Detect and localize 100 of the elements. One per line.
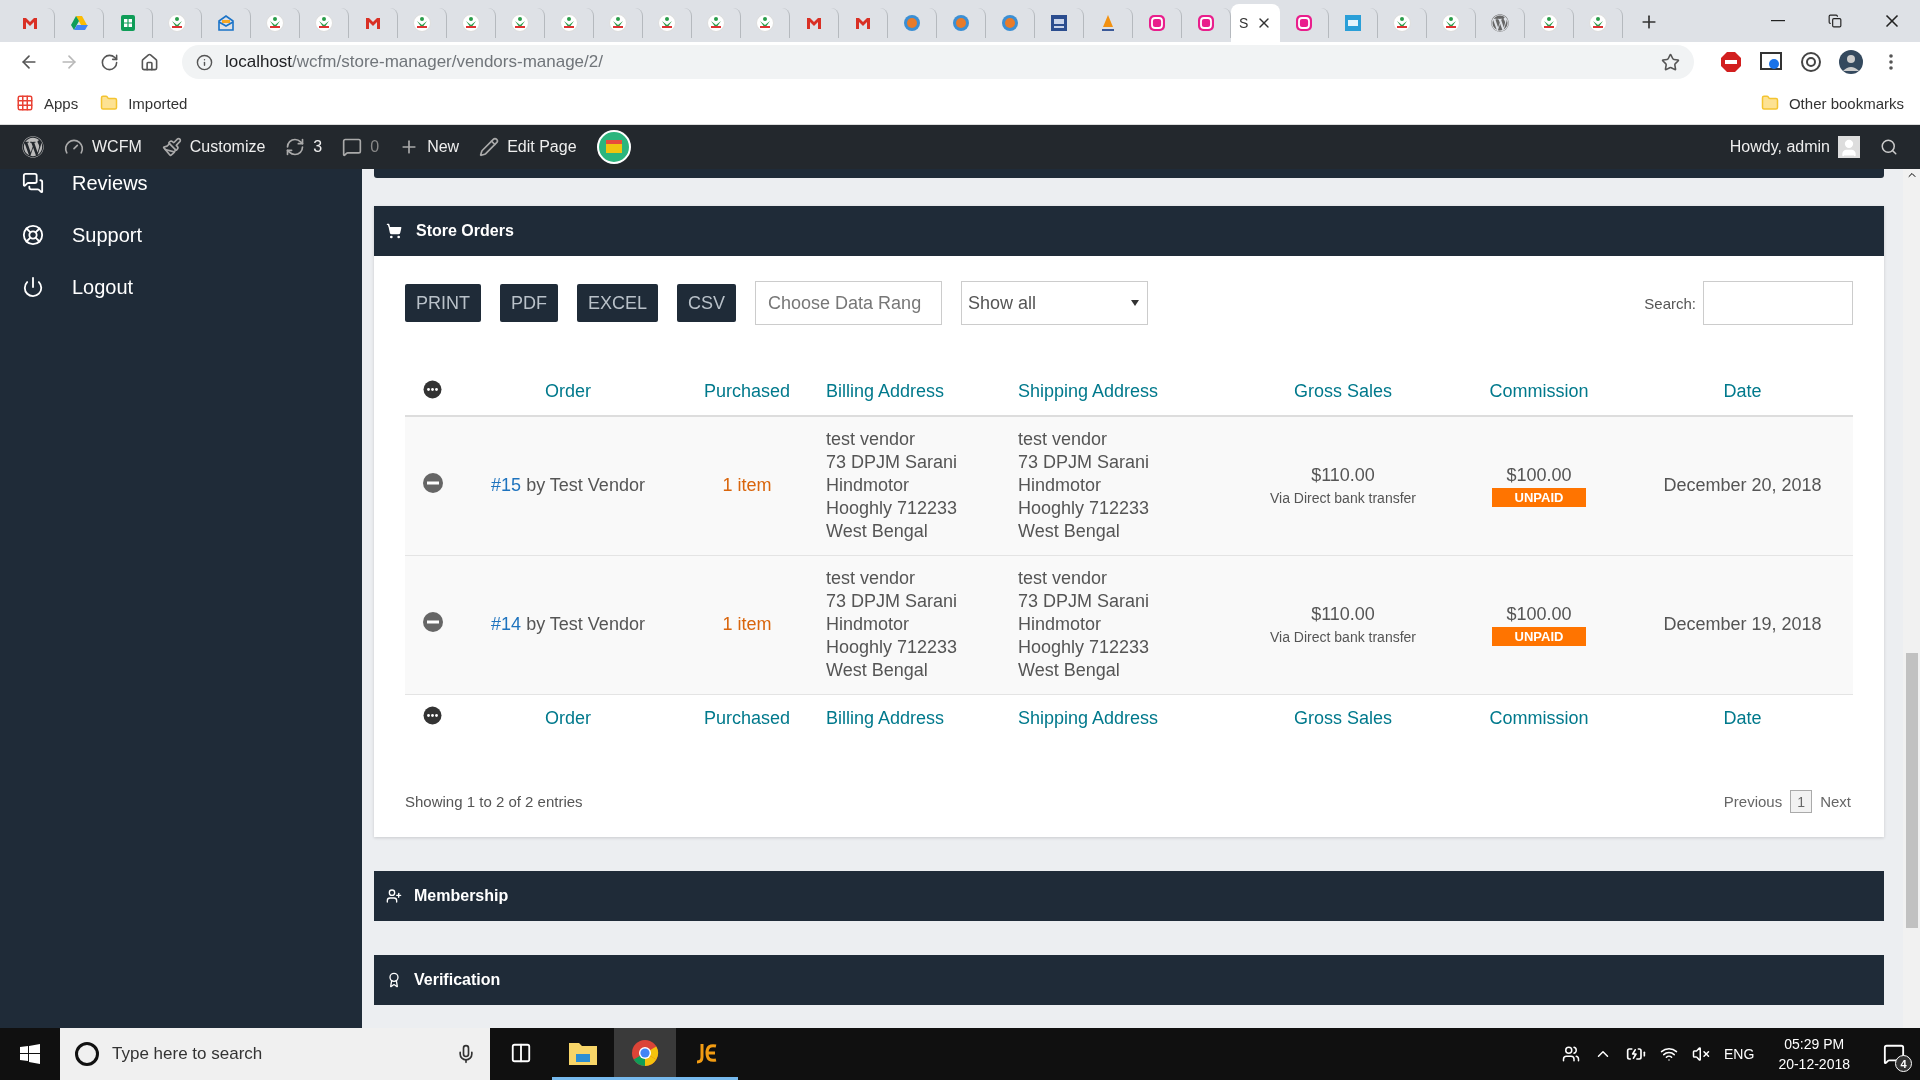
column-footer[interactable]: Purchased (703, 707, 791, 728)
purchased-link[interactable]: 1 item (722, 475, 772, 496)
export-button[interactable]: PDF (500, 284, 558, 322)
pencil-icon (479, 137, 500, 157)
admin-bar-item[interactable]: Edit Page (469, 125, 587, 169)
figure-icon (315, 14, 333, 32)
minus-circle-icon[interactable] (421, 472, 444, 495)
address-bar[interactable]: localhost/wcfm/store-manager/vendors-manage/2/ (182, 45, 1694, 79)
rounded-square-icon (1295, 14, 1313, 32)
microphone-icon[interactable] (456, 1044, 476, 1064)
cart-icon (386, 223, 402, 239)
column-header[interactable]: Commission (1489, 381, 1589, 401)
previous-link[interactable]: Previous (1721, 793, 1785, 810)
bookmark-star-icon[interactable] (1661, 52, 1680, 72)
award-icon (386, 972, 402, 988)
account-menu[interactable]: Howdy, admin (1719, 125, 1870, 169)
payment-method: Via Direct bank transfer (1269, 490, 1417, 507)
brush-icon (161, 137, 182, 157)
next-link[interactable]: Next (1818, 793, 1853, 810)
column-header[interactable]: Billing Address (826, 381, 945, 401)
bookmark-item[interactable]: Apps (16, 94, 79, 112)
square-logo-icon (1344, 14, 1362, 32)
column-footer[interactable]: Commission (1489, 707, 1589, 728)
column-footer[interactable]: Date (1723, 707, 1762, 728)
figure-icon (1589, 14, 1607, 32)
order-link[interactable]: #14 (491, 614, 522, 634)
column-header[interactable]: Gross Sales (1293, 381, 1392, 401)
column-header[interactable]: Purchased (703, 381, 791, 401)
user-plus-icon (386, 888, 402, 904)
store-icon (596, 130, 631, 164)
envelope-icon (217, 14, 235, 32)
sail-icon (1099, 14, 1117, 32)
gross-sales: $110.00 (1310, 604, 1376, 625)
browser-tab[interactable]: S (1231, 4, 1280, 42)
scrollbar[interactable] (1903, 169, 1920, 1028)
clock[interactable]: 05:29 PM 20-12-2018 (1768, 1034, 1860, 1074)
commission-amount: $100.00 (1505, 464, 1573, 486)
admin-bar-item[interactable]: New (389, 125, 470, 169)
export-button[interactable]: PRINT (405, 284, 481, 322)
date-range-field[interactable]: Choose Data Rang (755, 281, 943, 325)
search-field[interactable]: Type here to search (60, 1028, 490, 1080)
wordpress-icon (1491, 14, 1509, 32)
figure-icon (1540, 14, 1558, 32)
column-header[interactable]: Shipping Address (1018, 381, 1159, 401)
column-header[interactable]: Order (545, 381, 591, 401)
column-footer[interactable]: Shipping Address (1018, 707, 1159, 728)
taskbar-app[interactable] (614, 1028, 676, 1080)
search-field[interactable] (1703, 281, 1853, 325)
search-label: Search: (1644, 294, 1696, 312)
square-logo-icon (1050, 14, 1068, 32)
purchased-link[interactable]: 1 item (722, 614, 772, 634)
lifebuoy-icon (22, 224, 44, 246)
language-indicator[interactable]: ENG (1724, 1046, 1755, 1062)
sidebar-item[interactable]: Logout (0, 261, 362, 313)
status-badge: UNPAID (1492, 487, 1586, 507)
order-cell: #15 by Test Vendor (491, 475, 645, 496)
payment-method: Via Direct bank transfer (1269, 629, 1417, 645)
gauge-icon (64, 137, 84, 157)
section-header[interactable]: Verification (374, 955, 1884, 1005)
bookmark-item[interactable]: Other bookmarks (1760, 94, 1904, 112)
figure-icon (658, 14, 676, 32)
dots-circle-icon[interactable] (423, 379, 442, 399)
order-link[interactable]: #15 (491, 475, 522, 496)
notifications-button[interactable]: 4 (1874, 1034, 1914, 1074)
shipping-address: test vendor 73 DPJM Sarani Hindmotor Hooghly 712233 West Bengal (1018, 567, 1151, 682)
panel-title: Store Orders (416, 222, 514, 240)
chrome-icon (631, 1038, 659, 1067)
folder-icon (1760, 94, 1779, 112)
column-footer[interactable]: Order (545, 707, 591, 728)
sidebar-item[interactable]: Support (0, 209, 362, 261)
comment-icon (342, 137, 363, 157)
wifi-icon[interactable] (1660, 1045, 1679, 1063)
figure-icon (413, 14, 431, 32)
filter-select[interactable]: Show all (961, 281, 1149, 325)
muted-speaker-icon[interactable] (1692, 1045, 1711, 1063)
page-button[interactable]: 1 (1790, 790, 1813, 813)
rounded-square-icon (1148, 14, 1166, 32)
restore-icon (1827, 14, 1842, 28)
date-cell: December 20, 2018 (1663, 475, 1822, 496)
menu-icon (1889, 54, 1893, 70)
column-footer[interactable]: Gross Sales (1293, 707, 1392, 728)
people-icon[interactable] (1562, 1045, 1581, 1063)
export-button[interactable]: CSV (677, 284, 737, 322)
status-badge: UNPAID (1492, 626, 1586, 646)
export-button[interactable]: EXCEL (577, 284, 659, 322)
minus-circle-icon[interactable] (421, 611, 444, 633)
scroll-thumb[interactable] (1905, 653, 1918, 928)
column-footer[interactable]: Billing Address (826, 707, 945, 728)
grid-icon (16, 94, 34, 112)
refresh-icon (285, 137, 306, 157)
dots-circle-icon[interactable] (423, 706, 442, 726)
speech-bubbles-icon (22, 172, 44, 194)
bookmark-item[interactable]: Imported (100, 94, 188, 112)
section-header[interactable]: Membership (374, 871, 1884, 921)
wordpress-icon (22, 136, 44, 158)
figure-icon (266, 14, 284, 32)
figure-icon (1442, 14, 1460, 32)
search-icon (1880, 138, 1898, 156)
column-header[interactable]: Date (1723, 381, 1762, 401)
spreadsheet-icon (119, 14, 137, 32)
